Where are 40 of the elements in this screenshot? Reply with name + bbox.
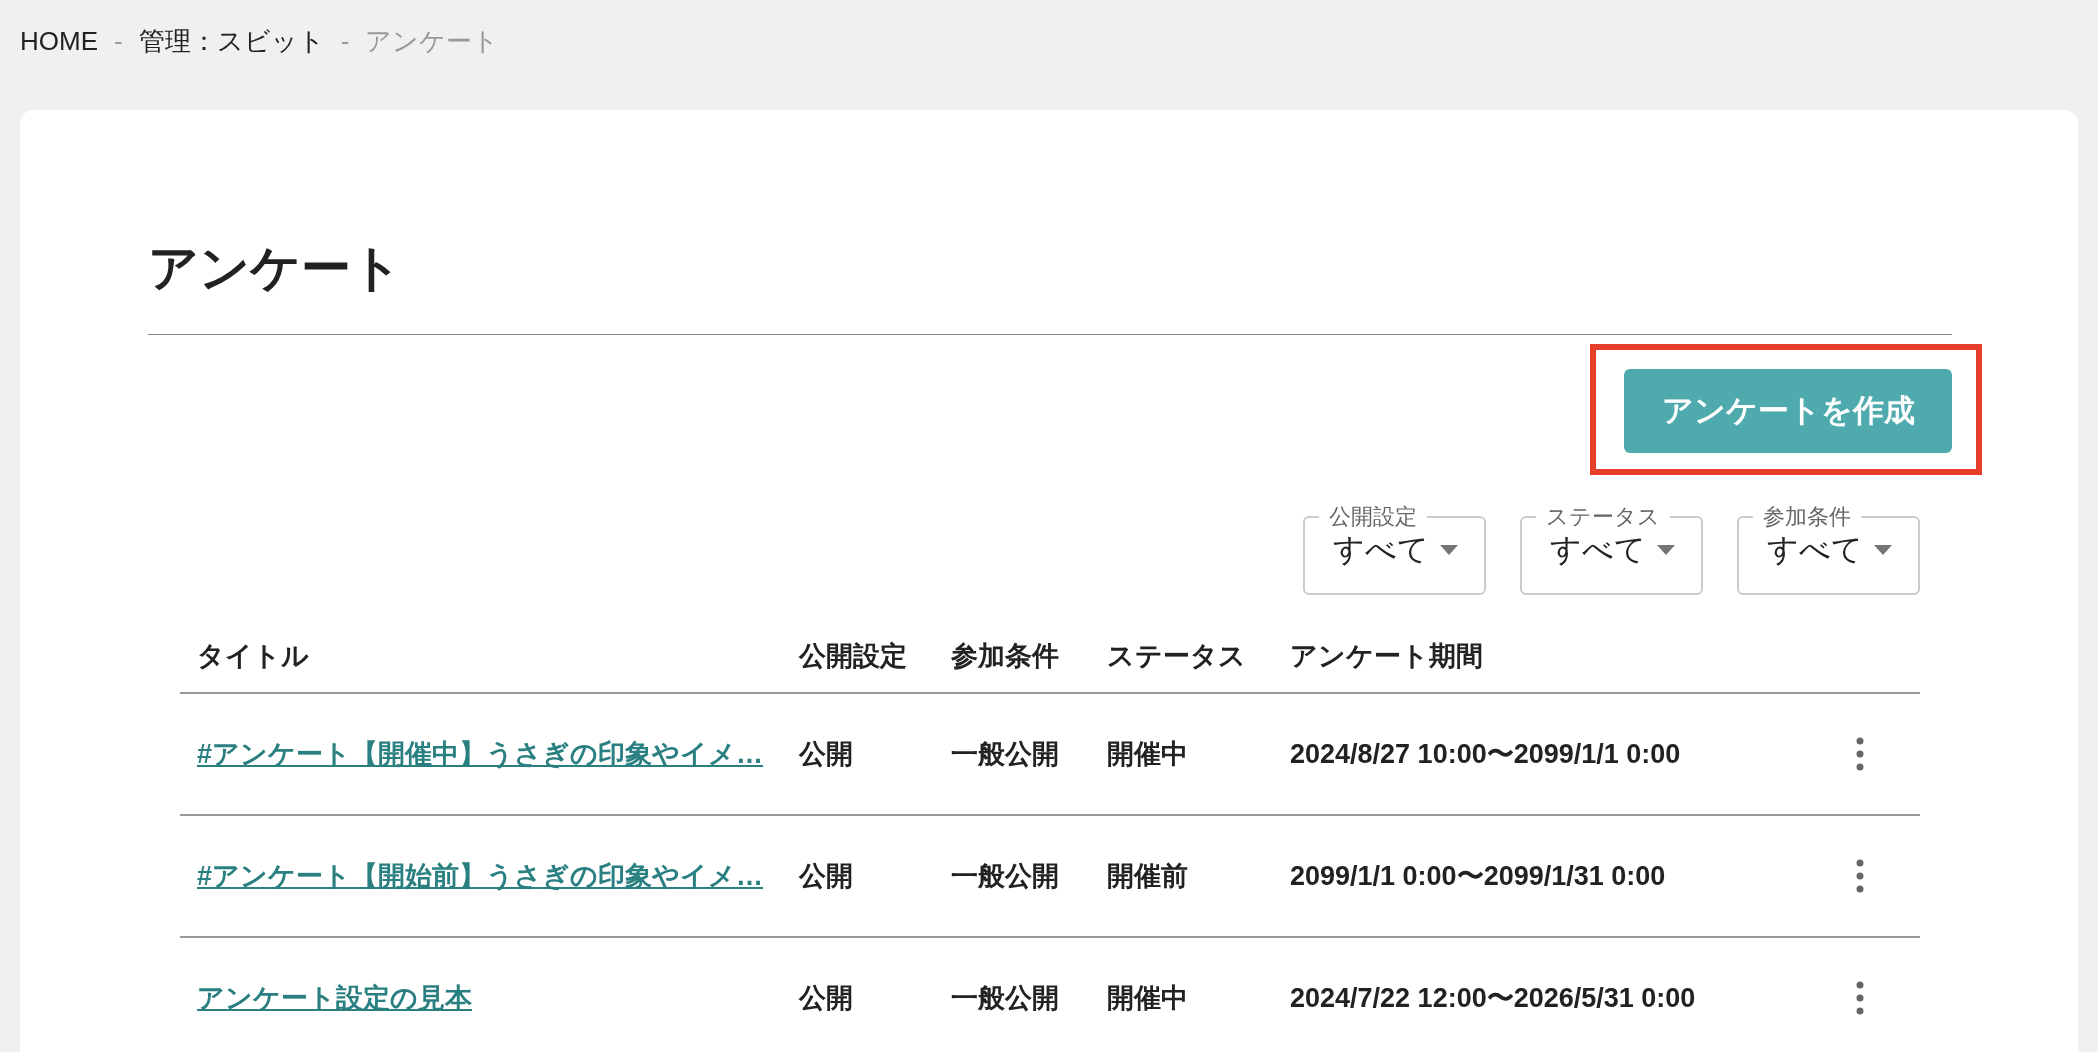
survey-title-link[interactable]: アンケート設定の見本 bbox=[197, 982, 472, 1013]
survey-title-link[interactable]: #アンケート【開催中】うさぎの印象やイメ… bbox=[197, 738, 764, 769]
table-cell-text: 2099/1/1 0:00〜2099/1/31 0:00 bbox=[1290, 859, 1666, 893]
column-header: ステータス bbox=[1107, 640, 1246, 674]
filter-value: すべて bbox=[1550, 531, 1646, 569]
dropdown-caret-icon bbox=[1440, 545, 1458, 556]
filter-value: すべて bbox=[1767, 531, 1863, 569]
column-header: 公開設定 bbox=[799, 640, 907, 674]
table-cell-text: 一般公開 bbox=[951, 737, 1059, 771]
breadcrumb-separator: - bbox=[114, 24, 123, 58]
breadcrumb-link[interactable]: 管理：スビット bbox=[138, 21, 325, 61]
table-cell-text: 公開 bbox=[799, 981, 853, 1015]
filter-label: 参加条件 bbox=[1762, 503, 1852, 531]
table-cell-text: 開催前 bbox=[1107, 859, 1188, 893]
column-header: タイトル bbox=[196, 640, 309, 674]
dropdown-caret-icon bbox=[1874, 545, 1892, 556]
column-header: 参加条件 bbox=[951, 640, 1059, 674]
table-cell-text: 一般公開 bbox=[951, 981, 1059, 1015]
survey-title-link[interactable]: #アンケート【開始前】うさぎの印象やイメ… bbox=[197, 860, 764, 891]
page-title: アンケート bbox=[148, 239, 403, 298]
breadcrumb-link[interactable]: HOME bbox=[20, 21, 98, 61]
table-cell-text: 一般公開 bbox=[951, 859, 1059, 893]
filter-value: すべて bbox=[1333, 531, 1429, 569]
more-options-icon[interactable] bbox=[1856, 737, 1864, 771]
filter-select[interactable]: 参加条件 すべて bbox=[1737, 503, 1920, 595]
more-options-icon[interactable] bbox=[1856, 981, 1864, 1015]
table-cell-text: 2024/7/22 12:00〜2026/5/31 0:00 bbox=[1290, 981, 1696, 1015]
breadcrumb-separator: - bbox=[340, 24, 350, 58]
filter-select[interactable]: 公開設定 すべて bbox=[1303, 503, 1486, 595]
table-cell-text: 2024/8/27 10:00〜2099/1/1 0:00 bbox=[1290, 737, 1681, 771]
table-cell-text: 開催中 bbox=[1107, 737, 1188, 771]
table-cell-text: 開催中 bbox=[1107, 981, 1188, 1015]
column-header: アンケート期間 bbox=[1290, 640, 1483, 674]
filter-label: ステータス bbox=[1545, 503, 1661, 531]
table-cell-text: 公開 bbox=[799, 859, 853, 893]
breadcrumb-current: アンケート bbox=[365, 24, 500, 58]
dropdown-caret-icon bbox=[1657, 545, 1675, 556]
more-options-icon[interactable] bbox=[1856, 859, 1864, 893]
table-cell-text: 公開 bbox=[799, 737, 853, 771]
filter-label: 公開設定 bbox=[1328, 503, 1418, 531]
